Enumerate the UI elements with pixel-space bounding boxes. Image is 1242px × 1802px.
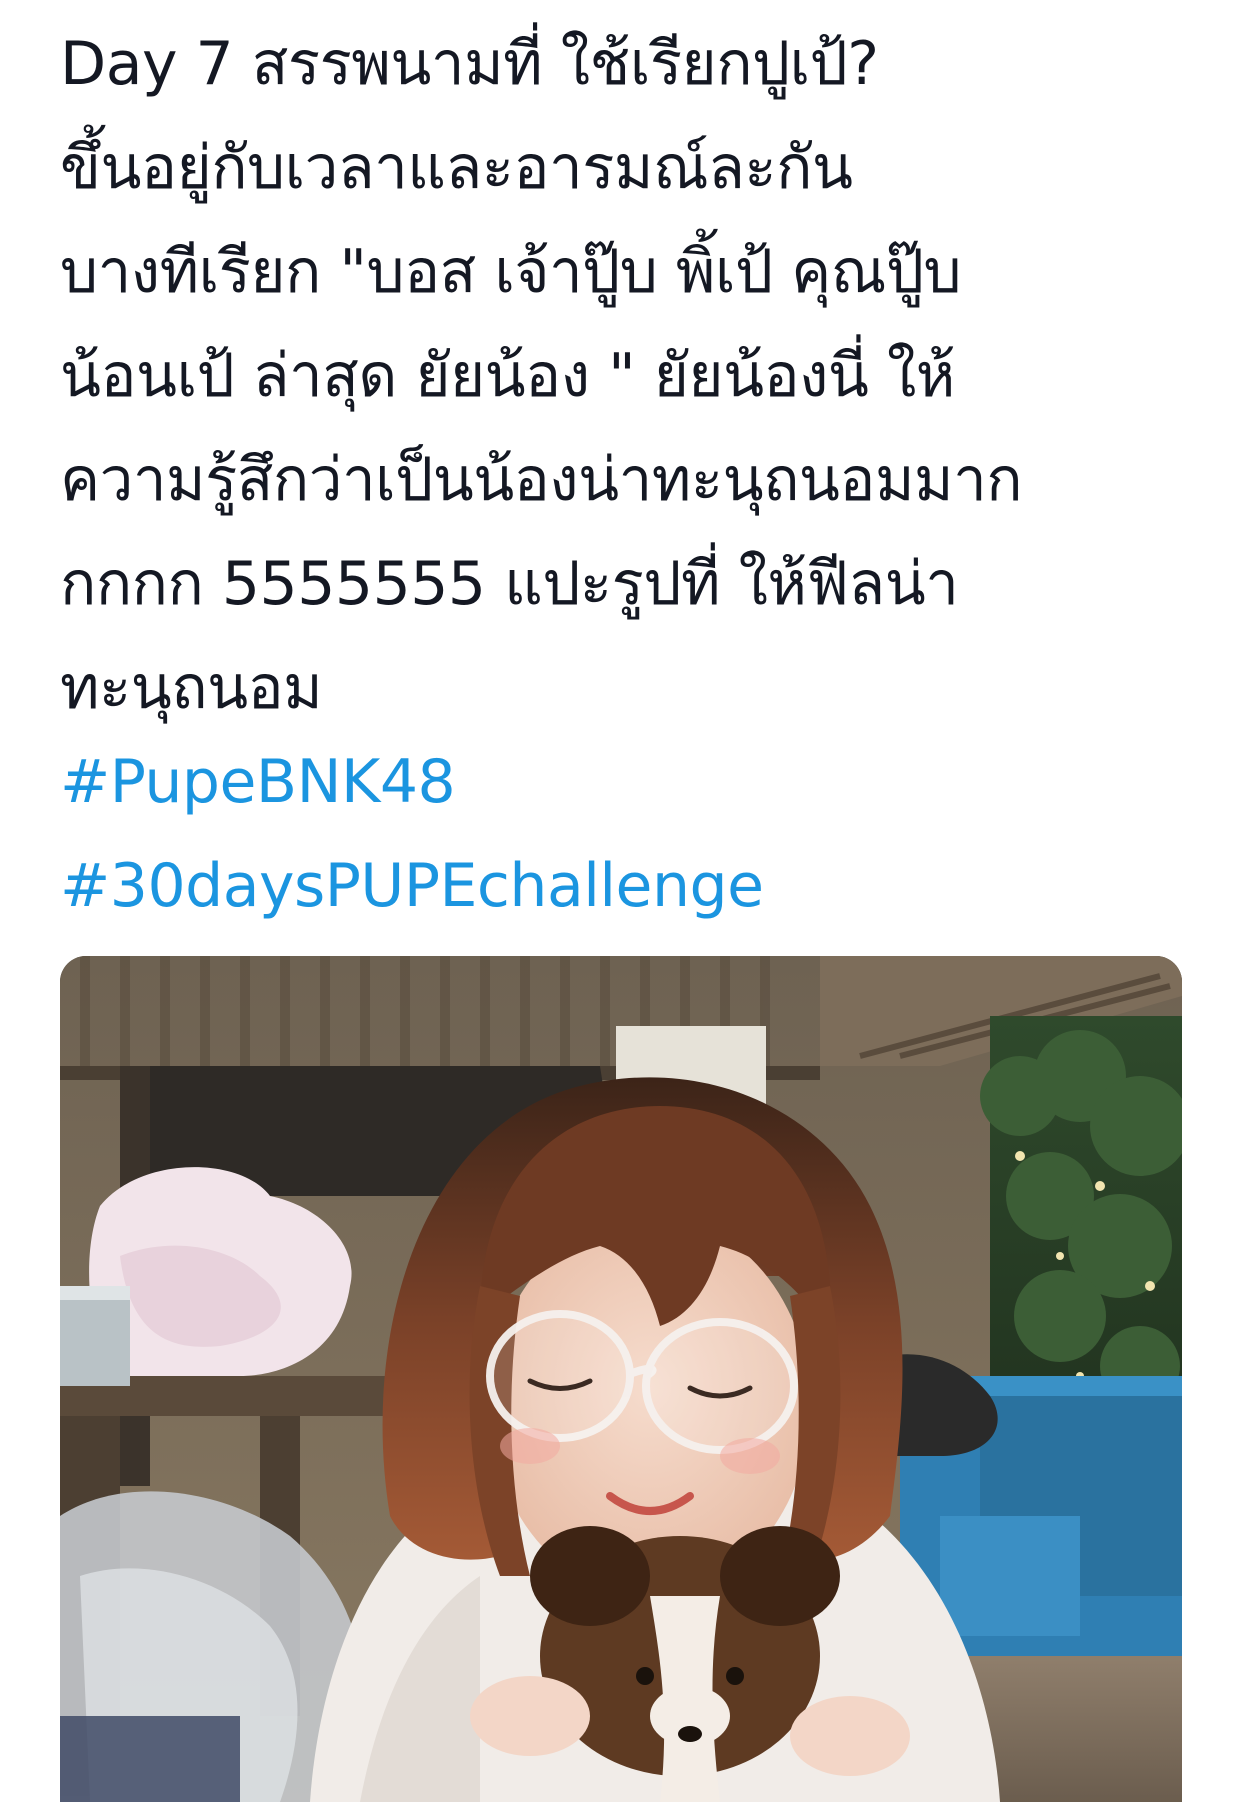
hashtag-list: #PupeBNK48 #30daysPUPEchallenge [60,730,1200,938]
tweet: Day 7 สรรพนามที่ ใช้เรียกปูเป้? ขึ้นอยู่… [0,0,1242,1802]
tweet-text-line: ทะนุถนอม [60,653,323,723]
tweet-text-line: กกกก 5555555 แปะรูปที่ ให้ฟีลน่า [60,549,959,619]
tweet-text-line: Day 7 สรรพนามที่ ใช้เรียกปูเป้? [60,29,879,99]
hashtag-link-30dayspupechallenge[interactable]: #30daysPUPEchallenge [60,834,1200,938]
tweet-text-line: ความรู้สึกว่าเป็นน้องน่าทะนุถนอมมาก [60,445,1023,515]
photo-illustration [60,956,1182,1802]
tweet-text-line: ขึ้นอยู่กับเวลาและอารมณ์ละกัน [60,133,853,203]
hashtag-link-pupebnk48[interactable]: #PupeBNK48 [60,730,1200,834]
tweet-text: Day 7 สรรพนามที่ ใช้เรียกปูเป้? ขึ้นอยู่… [60,12,1200,740]
tweet-photo[interactable] [60,956,1182,1802]
tweet-text-line: น้อนเป้ ล่าสุด ยัยน้อง " ยัยน้องนี่ ให้ [60,341,955,411]
tweet-text-line: บางทีเรียก "บอส เจ้าปู๊บ พิ้เป้ คุณปู๊บ [60,237,962,307]
